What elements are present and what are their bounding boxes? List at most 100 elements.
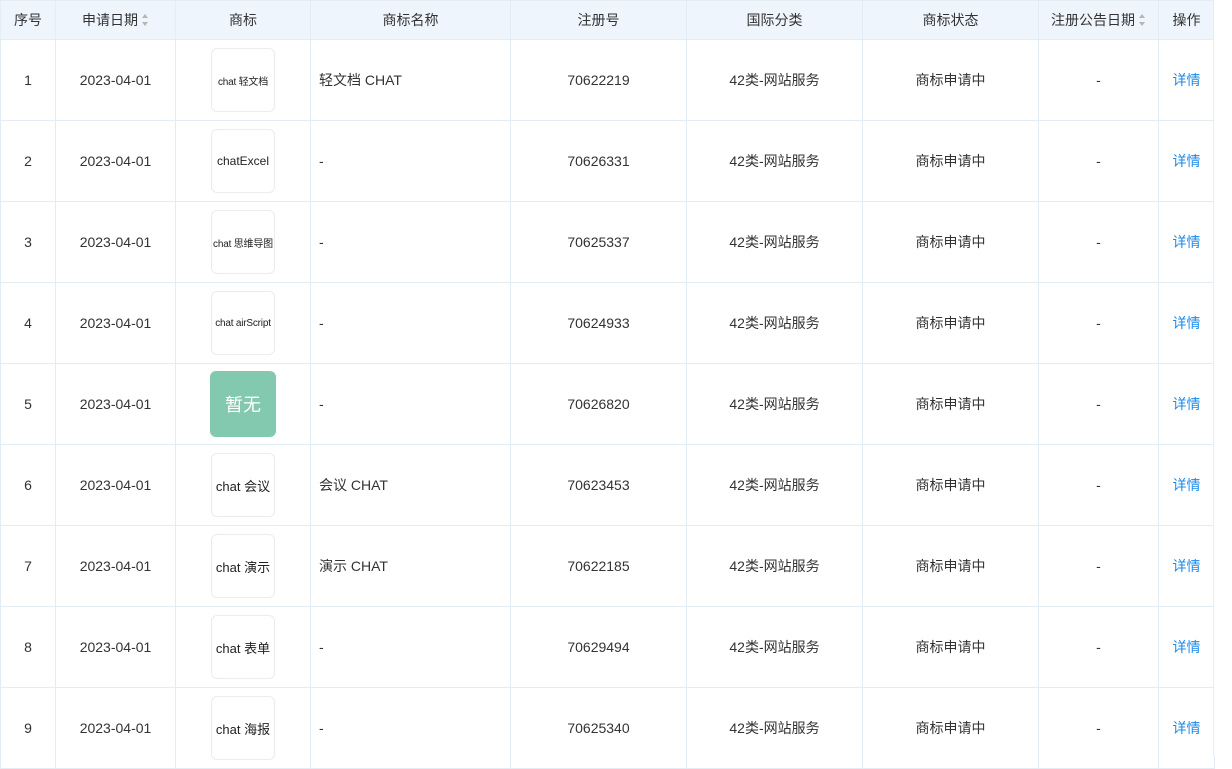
cell-logo: 暂无 [175,363,311,445]
cell-action: 详情 [1158,525,1215,607]
table-row: 6 2023-04-01 chat 会议 会议 CHAT 70623453 42类-网站服… [0,444,1215,526]
cell-status: 商标申请中 [862,444,1039,526]
cell-publish-date: - [1038,363,1159,445]
table-row: 2 2023-04-01 chatExcel -70626331 42类-网站服务 商标申… [0,120,1215,202]
cell-name: - [310,201,511,283]
cell-apply-date: 2023-04-01 [55,39,176,121]
cell-name: 会议 CHAT [310,444,511,526]
trademark-logo: 暂无 [210,371,276,437]
header-reg-no: 注册号 [510,0,687,40]
cell-reg-no: 70629494 [510,606,687,688]
cell-intl-class: 42类-网站服务 [686,39,863,121]
cell-publish-date: - [1038,282,1159,364]
cell-reg-no: 70622185 [510,525,687,607]
cell-status: 商标申请中 [862,39,1039,121]
cell-intl-class: 42类-网站服务 [686,120,863,202]
cell-index: 7 [0,525,56,607]
header-name: 商标名称 [310,0,511,40]
header-status: 商标状态 [862,0,1039,40]
table-row: 4 2023-04-01 chat airScript -70624933 42类-网站… [0,282,1215,364]
trademark-logo: chat airScript [211,291,275,355]
details-link[interactable]: 详情 [1173,558,1201,574]
details-link[interactable]: 详情 [1173,315,1201,331]
cell-name: - [310,606,511,688]
cell-logo: chat 会议 [175,444,311,526]
cell-action: 详情 [1158,201,1215,283]
cell-apply-date: 2023-04-01 [55,363,176,445]
trademark-logo: chat 思维导图 [211,210,275,274]
cell-reg-no: 70626331 [510,120,687,202]
cell-action: 详情 [1158,606,1215,688]
cell-intl-class: 42类-网站服务 [686,444,863,526]
cell-reg-no: 70625337 [510,201,687,283]
table-row: 1 2023-04-01 chat 轻文档 轻文档 CHAT 70622219 42类-网… [0,39,1215,121]
details-link[interactable]: 详情 [1173,396,1201,412]
cell-action: 详情 [1158,120,1215,202]
cell-action: 详情 [1158,444,1215,526]
cell-reg-no: 70626820 [510,363,687,445]
cell-name: - [310,687,511,769]
sort-icon[interactable] [141,14,149,27]
cell-status: 商标申请中 [862,201,1039,283]
cell-action: 详情 [1158,363,1215,445]
cell-intl-class: 42类-网站服务 [686,606,863,688]
table-row: 3 2023-04-01 chat 思维导图 -70625337 42类-网站服务 商标申… [0,201,1215,283]
cell-reg-no: 70625340 [510,687,687,769]
cell-reg-no: 70622219 [510,39,687,121]
trademark-logo: chat 海报 [211,696,275,760]
cell-name: 轻文档 CHAT [310,39,511,121]
cell-publish-date: - [1038,606,1159,688]
details-link[interactable]: 详情 [1173,72,1201,88]
cell-status: 商标申请中 [862,525,1039,607]
cell-status: 商标申请中 [862,120,1039,202]
cell-publish-date: - [1038,687,1159,769]
cell-publish-date: - [1038,444,1159,526]
header-action: 操作 [1158,0,1215,40]
vertical-scrollbar[interactable] [1213,0,1232,755]
cell-reg-no: 70623453 [510,444,687,526]
cell-apply-date: 2023-04-01 [55,525,176,607]
details-link[interactable]: 详情 [1173,720,1201,736]
cell-intl-class: 42类-网站服务 [686,525,863,607]
details-link[interactable]: 详情 [1173,477,1201,493]
trademark-logo: chat 演示 [211,534,275,598]
cell-status: 商标申请中 [862,606,1039,688]
sort-icon[interactable] [1138,14,1146,27]
trademark-logo: chat 轻文档 [211,48,275,112]
header-publish-date[interactable]: 注册公告日期 [1038,0,1159,40]
cell-index: 5 [0,363,56,445]
cell-index: 1 [0,39,56,121]
cell-status: 商标申请中 [862,363,1039,445]
header-index: 序号 [0,0,56,40]
cell-index: 2 [0,120,56,202]
table-row: 7 2023-04-01 chat 演示 演示 CHAT 70622185 42类-网站服… [0,525,1215,607]
details-link[interactable]: 详情 [1173,234,1201,250]
cell-status: 商标申请中 [862,687,1039,769]
cell-index: 6 [0,444,56,526]
cell-status: 商标申请中 [862,282,1039,364]
header-intl-class: 国际分类 [686,0,863,40]
details-link[interactable]: 详情 [1173,153,1201,169]
details-link[interactable]: 详情 [1173,639,1201,655]
cell-apply-date: 2023-04-01 [55,606,176,688]
cell-intl-class: 42类-网站服务 [686,363,863,445]
table-body: 1 2023-04-01 chat 轻文档 轻文档 CHAT 70622219 42类-网… [0,39,1215,769]
cell-name: - [310,120,511,202]
cell-logo: chat airScript [175,282,311,364]
header-apply-date[interactable]: 申请日期 [55,0,176,40]
cell-intl-class: 42类-网站服务 [686,687,863,769]
cell-apply-date: 2023-04-01 [55,201,176,283]
cell-publish-date: - [1038,525,1159,607]
cell-apply-date: 2023-04-01 [55,120,176,202]
cell-index: 4 [0,282,56,364]
header-logo: 商标 [175,0,311,40]
cell-apply-date: 2023-04-01 [55,444,176,526]
cell-name: 演示 CHAT [310,525,511,607]
cell-name: - [310,363,511,445]
cell-name: - [310,282,511,364]
table-header-row: 序号 申请日期 商标 商标名称 注册号 国际分类 商标状态 注册公告日期 操作 [0,0,1215,40]
cell-intl-class: 42类-网站服务 [686,282,863,364]
table-row: 9 2023-04-01 chat 海报 -70625340 42类-网站服务 商标申请中… [0,687,1215,769]
cell-logo: chat 海报 [175,687,311,769]
cell-action: 详情 [1158,687,1215,769]
